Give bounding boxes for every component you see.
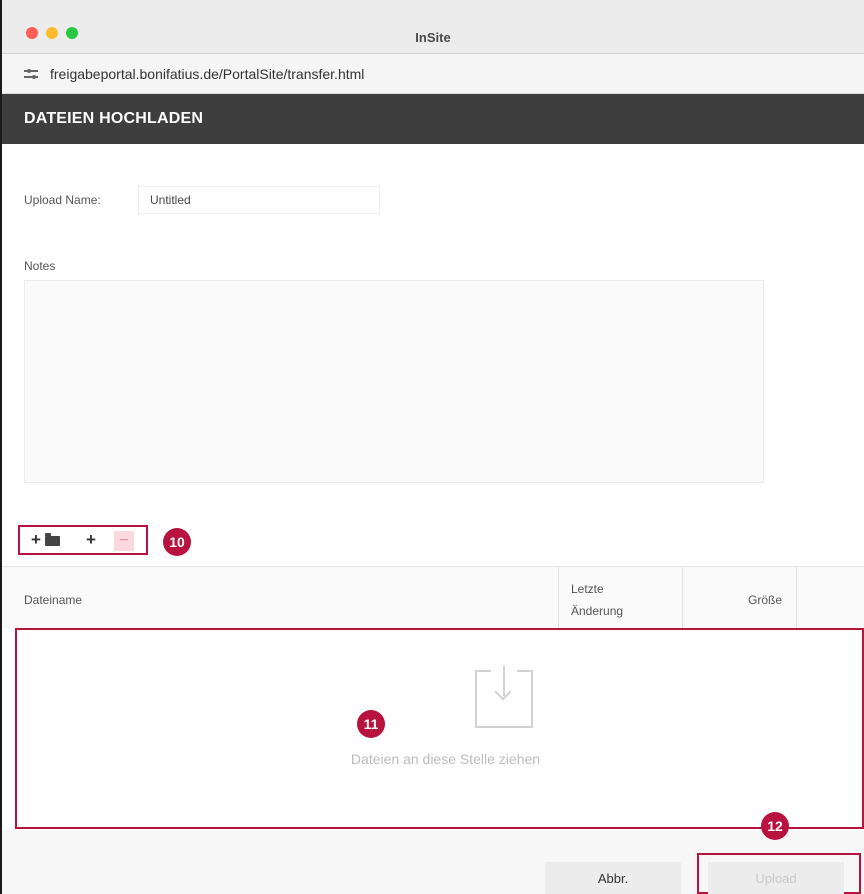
add-folder-button[interactable]: + (31, 531, 65, 549)
url-text[interactable]: freigabeportal.bonifatius.de/PortalSite/… (50, 66, 364, 82)
column-last-modified-label: Letzte Änderung (571, 578, 623, 622)
page-header: DATEIEN HOCHLADEN (2, 94, 864, 144)
title-bar: InSite (2, 0, 864, 54)
file-table-header: Dateiname Letzte Änderung Größe (2, 566, 864, 629)
column-header-size[interactable]: Größe (683, 567, 797, 629)
annotation-badge-10: 10 (163, 528, 191, 556)
annotation-badge-12: 12 (761, 812, 789, 840)
app-window: InSite freigabeportal.bonifatius.de/Port… (0, 0, 864, 894)
column-header-last-modified[interactable]: Letzte Änderung (559, 567, 683, 629)
window-title: InSite (415, 30, 451, 45)
column-header-filename[interactable]: Dateiname (2, 567, 559, 629)
file-toolbar: + + − (18, 525, 148, 555)
file-drop-zone[interactable]: Dateien an diese Stelle ziehen (15, 628, 864, 829)
site-settings-icon[interactable] (24, 68, 38, 80)
plus-icon: + (31, 530, 41, 549)
download-tray-icon (475, 666, 533, 728)
drop-zone-hint: Dateien an diese Stelle ziehen (350, 751, 541, 767)
annotation-badge-11: 11 (357, 710, 385, 738)
column-last-modified-line1: Letzte (571, 582, 604, 596)
upload-button[interactable]: Upload (708, 862, 844, 894)
cancel-button[interactable]: Abbr. (545, 862, 681, 894)
notes-label: Notes (24, 259, 56, 273)
column-filename-label: Dateiname (24, 593, 83, 607)
column-last-modified-line2: Änderung (571, 604, 624, 618)
remove-file-button[interactable]: − (114, 531, 134, 551)
folder-icon (45, 533, 60, 546)
column-size-label: Größe (747, 593, 782, 607)
arrow-down-icon (503, 666, 505, 696)
add-file-button[interactable]: + (86, 531, 102, 549)
upload-name-label: Upload Name: (24, 193, 101, 207)
notes-textarea[interactable] (24, 280, 764, 483)
upload-name-input[interactable] (138, 186, 380, 214)
page-title: DATEIEN HOCHLADEN (24, 110, 204, 127)
url-bar[interactable]: freigabeportal.bonifatius.de/PortalSite/… (2, 54, 864, 94)
